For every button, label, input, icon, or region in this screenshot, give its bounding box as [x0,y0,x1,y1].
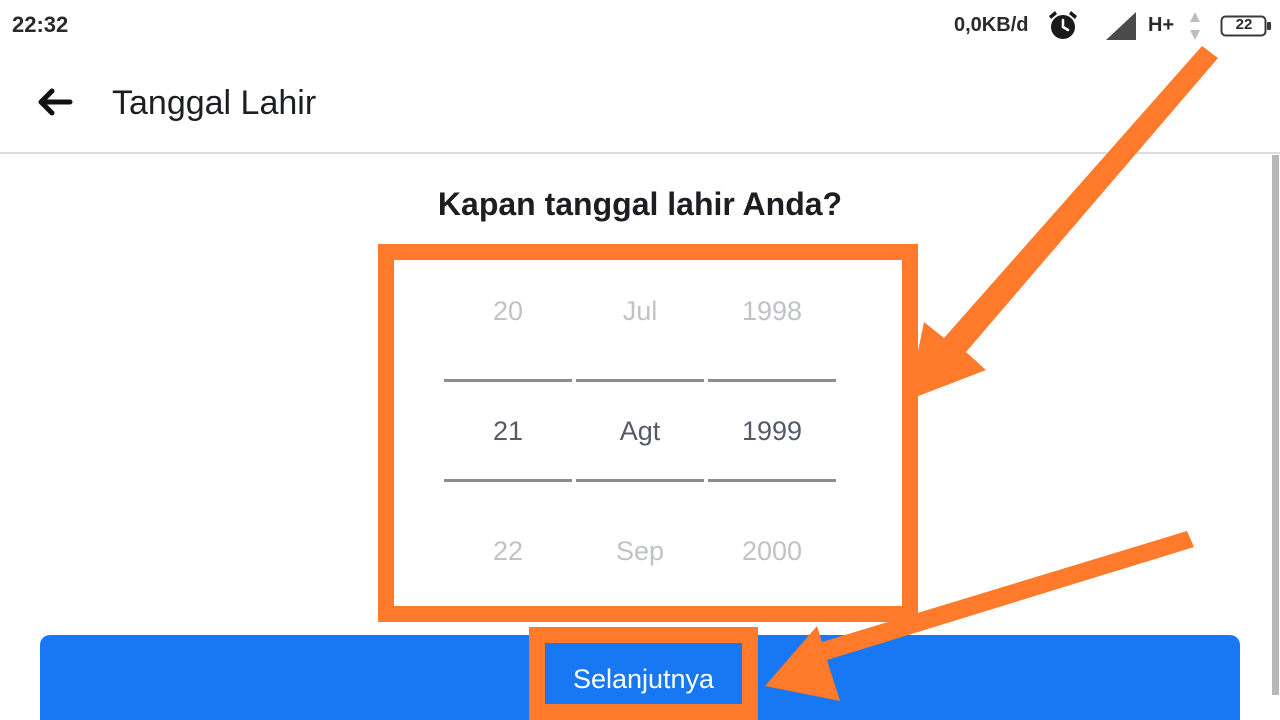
day-divider-top [444,379,572,382]
back-button[interactable] [30,80,82,124]
battery-level: 22 [1235,16,1253,33]
app-bar: Tanggal Lahir [0,52,1280,154]
birthday-question: Kapan tanggal lahir Anda? [437,186,843,222]
scrollbar[interactable] [1272,155,1279,695]
data-arrows-icon [1190,12,1200,40]
day-option-prev[interactable]: 20 [444,296,572,327]
date-picker: 20 21 22 Jul Agt Sep 1998 1999 2000 [386,252,894,598]
year-option-prev[interactable]: 1998 [708,296,836,327]
year-divider-top [708,379,836,382]
day-option-selected[interactable]: 21 [444,416,572,447]
month-option-next[interactable]: Sep [576,536,704,567]
day-wheel[interactable]: 20 21 22 [444,252,572,598]
signal-icon [1106,12,1136,40]
year-option-next[interactable]: 2000 [708,536,836,567]
network-type: H+ [1148,14,1175,36]
status-time: 22:32 [12,12,69,37]
next-button-label: Selanjutnya [572,664,715,694]
status-bar: 22:32 0,0KB/d H+ 22 [0,0,1280,52]
month-wheel[interactable]: Jul Agt Sep [576,252,704,598]
screen: 22:32 0,0KB/d H+ 22 Tanggal Lahir Kapan … [0,0,1280,720]
day-divider-bottom [444,479,572,482]
year-wheel[interactable]: 1998 1999 2000 [708,252,836,598]
day-option-next[interactable]: 22 [444,536,572,567]
network-speed: 0,0KB/d [954,14,1029,36]
page-title: Tanggal Lahir [112,84,317,122]
month-divider-top [576,379,704,382]
month-option-selected[interactable]: Agt [576,416,704,447]
year-divider-bottom [708,479,836,482]
month-divider-bottom [576,479,704,482]
month-option-prev[interactable]: Jul [576,296,704,327]
arrow-left-icon [38,88,73,116]
alarm-icon [1049,11,1077,39]
year-option-selected[interactable]: 1999 [708,416,836,447]
